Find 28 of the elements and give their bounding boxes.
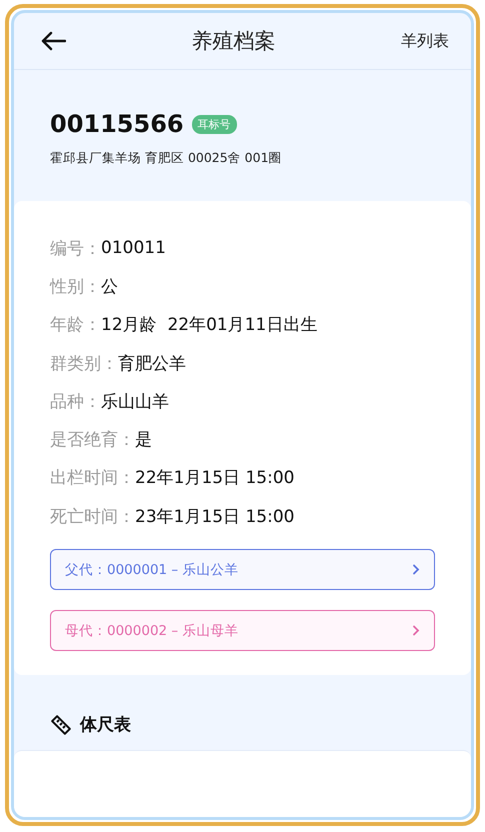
field-label: 是否绝育： xyxy=(50,429,135,452)
ear-tag-badge: 耳标号 xyxy=(192,114,237,134)
field-label: 出栏时间： xyxy=(50,467,135,490)
field-value: 12月龄 22年01月11日出生 xyxy=(101,314,318,336)
field-value: 010011 xyxy=(101,238,166,258)
field-value: 公 xyxy=(101,276,118,298)
parent-link[interactable]: 父代：0000001 – 乐山公羊 xyxy=(50,549,435,590)
field-label: 死亡时间： xyxy=(50,506,135,528)
field-label: 编号： xyxy=(50,238,101,260)
back-button[interactable] xyxy=(40,31,66,51)
section-title: 体尺表 xyxy=(80,714,131,736)
ruler-icon xyxy=(50,714,72,736)
parent-link[interactable]: 母代：0000002 – 乐山母羊 xyxy=(50,610,435,652)
ear-tag-number: 00115566 xyxy=(50,110,184,138)
field-label: 性别： xyxy=(50,276,101,298)
field-value: 23年1月15日 15:00 xyxy=(135,506,294,528)
field-label: 品种： xyxy=(50,390,101,413)
location-text: 霍邱县厂集羊场 育肥区 00025舍 001圈 xyxy=(50,150,283,167)
field-value: 乐山山羊 xyxy=(101,390,169,413)
sheep-list-link[interactable]: 羊列表 xyxy=(401,30,449,52)
chevron-icon xyxy=(412,564,420,576)
field-label: 年龄： xyxy=(50,314,101,336)
field-value: 是 xyxy=(135,429,152,452)
field-value: 22年1月15日 15:00 xyxy=(135,467,294,490)
chevron-icon xyxy=(412,625,420,636)
field-value: 育肥公羊 xyxy=(118,352,186,375)
field-label: 群类别： xyxy=(50,352,118,375)
page-title: 养殖档案 xyxy=(192,28,276,55)
